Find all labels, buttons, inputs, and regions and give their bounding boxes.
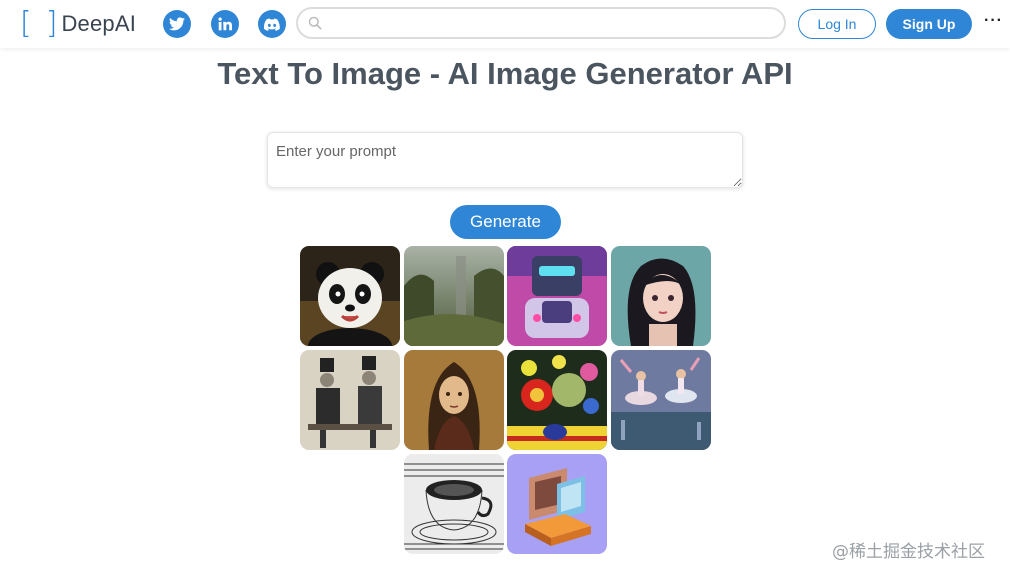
logo-text: DeepAI	[61, 11, 137, 36]
prompt-input[interactable]	[268, 133, 742, 187]
generate-button[interactable]: Generate	[450, 205, 561, 239]
watermark-text: @稀土掘金技术社区	[832, 542, 985, 562]
deepai-logo[interactable]: [ ] DeepAI	[20, 8, 136, 40]
top-navigation-bar: [ ] DeepAI Log In Sign Up ···	[0, 0, 1010, 48]
gallery-image-isometric-computer[interactable]	[507, 454, 607, 554]
gallery-image-flower-bouquet[interactable]	[507, 350, 607, 450]
linkedin-icon[interactable]	[211, 10, 239, 38]
search-icon	[308, 16, 322, 30]
gallery-image-ballet-dancers[interactable]	[611, 350, 711, 450]
login-button[interactable]: Log In	[798, 9, 876, 39]
prompt-box	[267, 132, 743, 188]
twitter-icon[interactable]	[163, 10, 191, 38]
logo-bracket-right: ]	[45, 6, 58, 41]
gallery-image-renaissance-portrait[interactable]	[404, 350, 504, 450]
gallery-image-robot[interactable]	[507, 246, 607, 346]
discord-icon[interactable]	[258, 10, 286, 38]
logo-bracket-left: [	[20, 6, 32, 41]
gallery-image-anime-girl[interactable]	[611, 246, 711, 346]
signup-button[interactable]: Sign Up	[886, 9, 972, 39]
gallery-image-victorian-gentlemen[interactable]	[300, 350, 400, 450]
more-menu-icon[interactable]: ···	[984, 12, 1003, 30]
gallery-image-panda[interactable]	[300, 246, 400, 346]
search-input[interactable]	[328, 12, 772, 36]
gallery-image-forest-ruins[interactable]	[404, 246, 504, 346]
page-title: Text To Image - AI Image Generator API	[217, 56, 793, 91]
gallery-image-teacup-engraving[interactable]	[404, 454, 504, 554]
search-bar[interactable]	[296, 7, 786, 39]
